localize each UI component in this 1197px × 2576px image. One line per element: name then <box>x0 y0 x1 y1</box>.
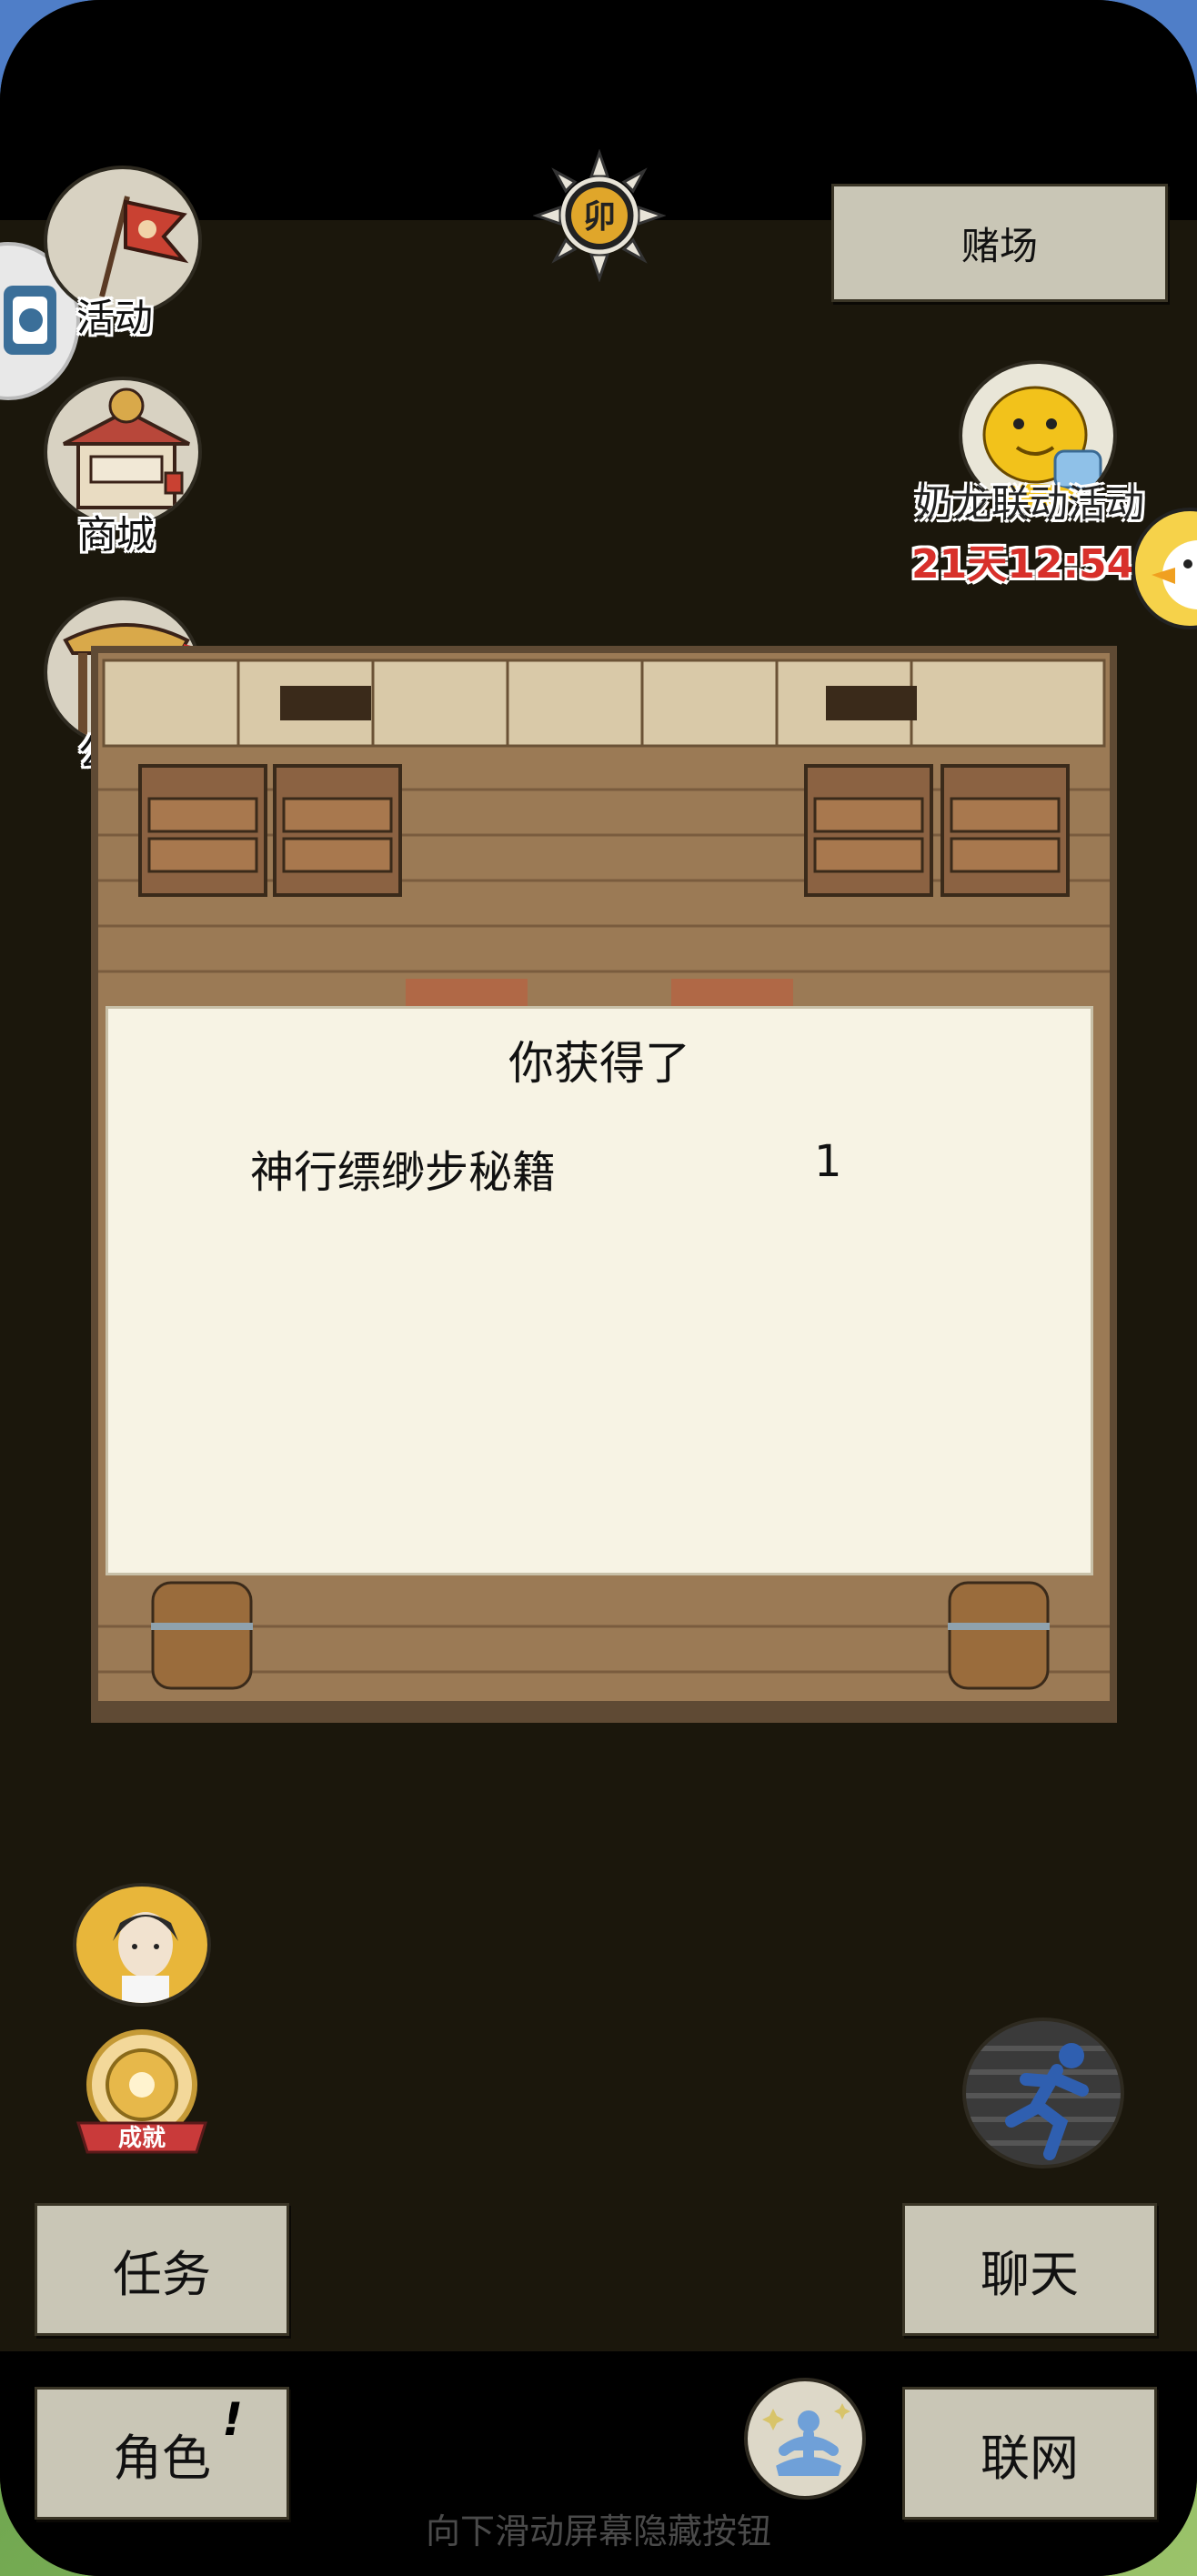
casino-label: 赌场 <box>961 223 1038 268</box>
time-of-day-sun-icon[interactable]: 卯 <box>532 148 667 283</box>
reward-item-quantity: 1 <box>814 1136 842 1187</box>
reward-item-name: 神行缥缈步秘籍 <box>250 1147 557 1198</box>
task-label: 任务 <box>113 2245 211 2303</box>
meditate-button[interactable] <box>744 2378 866 2500</box>
run-button[interactable] <box>962 2018 1124 2168</box>
chat-label: 聊天 <box>981 2245 1079 2303</box>
achievement-label: 成就 <box>117 2125 166 2152</box>
dialog-title: 你获得了 <box>508 1037 690 1090</box>
reward-dialog[interactable]: 你获得了 神行缥缈步秘籍 1 <box>106 1006 1093 1575</box>
swipe-hint: 向下滑动屏幕隐藏按钮 <box>425 2511 771 2551</box>
role-alert-mark: ! <box>222 2393 243 2446</box>
casino-button[interactable]: 赌场 <box>831 184 1168 302</box>
role-button[interactable]: 角色 ! <box>35 2387 289 2520</box>
network-button[interactable]: 联网 <box>902 2387 1157 2520</box>
task-button[interactable]: 任务 <box>35 2203 289 2336</box>
event-name[interactable]: 奶龙联动活动 <box>915 473 1144 528</box>
character-avatar[interactable] <box>73 1883 211 2007</box>
running-man-icon <box>966 2043 1121 2160</box>
avatar-portrait-icon <box>113 1912 178 2003</box>
game-screen: 卯 赌场 活动 商城 奶龙联动活动 21天12:54:0 你获得了 神行缥缈步秘… <box>0 0 1197 2576</box>
chat-button[interactable]: 聊天 <box>902 2203 1157 2336</box>
time-badge-text: 卯 <box>583 198 616 236</box>
network-label: 联网 <box>981 2429 1079 2487</box>
shop-label: 商城 <box>78 512 156 557</box>
role-label: 角色 <box>113 2429 211 2487</box>
achievement-button[interactable]: 成就 <box>73 2025 211 2161</box>
activity-label: 活动 <box>76 296 154 340</box>
